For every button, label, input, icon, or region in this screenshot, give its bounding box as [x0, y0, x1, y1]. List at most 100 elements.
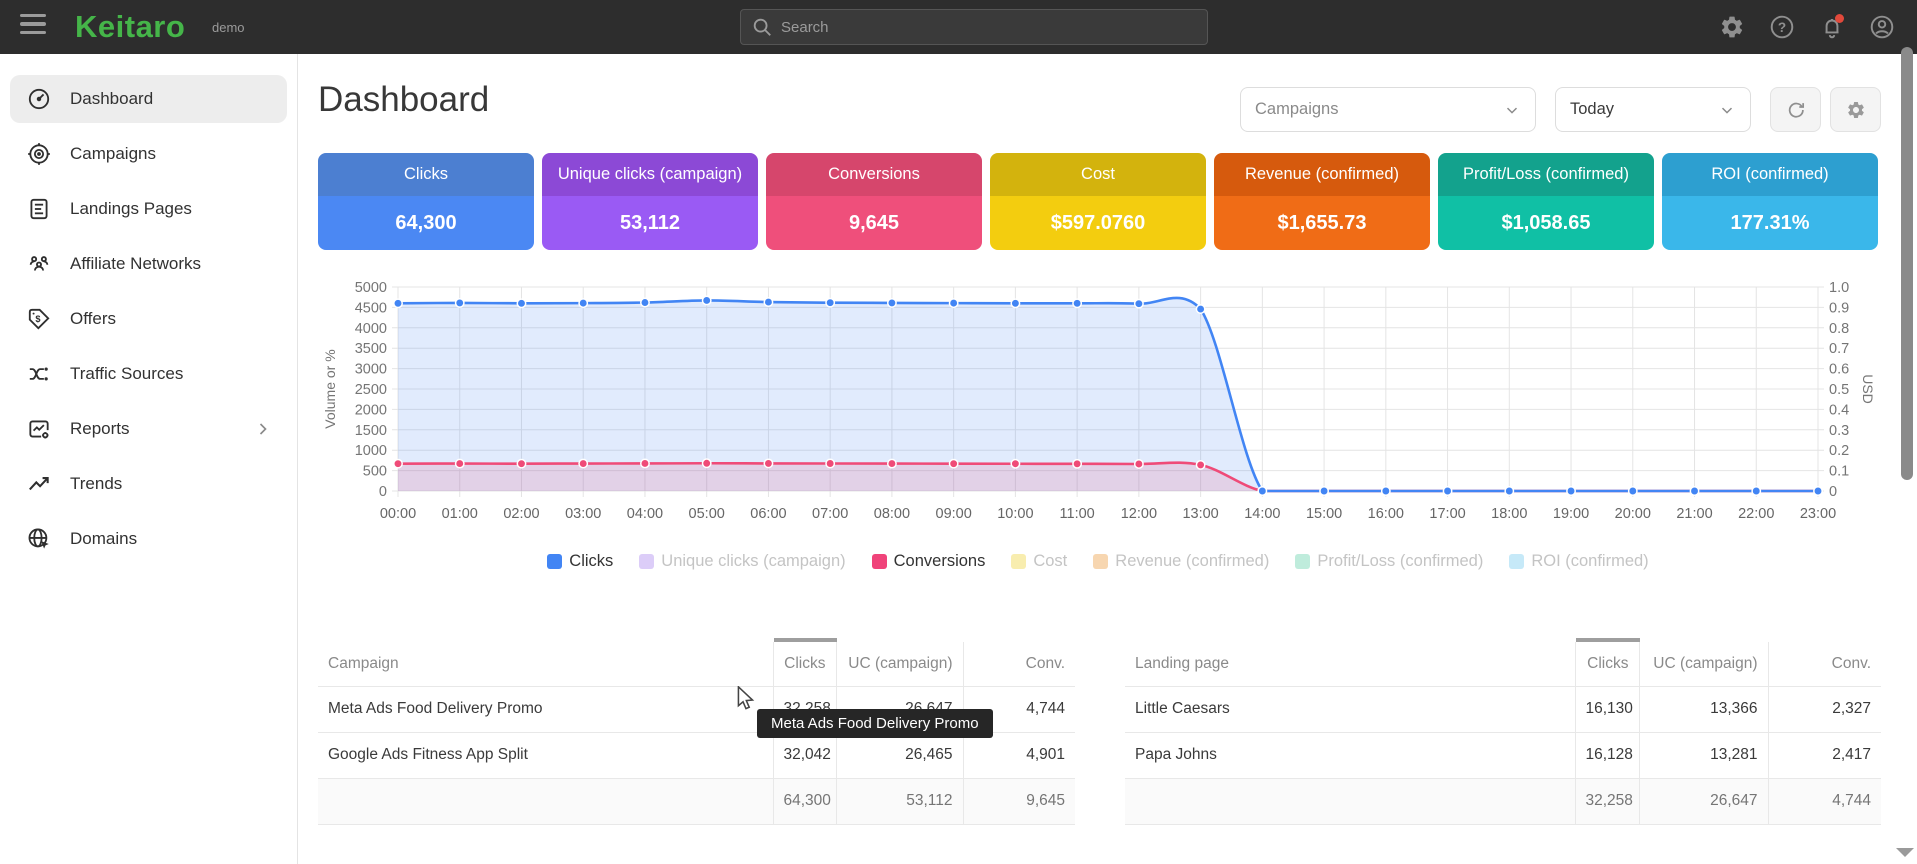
svg-text:1500: 1500	[355, 423, 387, 439]
metric-card-value: $597.0760	[990, 196, 1206, 250]
account-icon[interactable]	[1869, 14, 1895, 40]
column-header[interactable]: Clicks	[1575, 640, 1639, 686]
sidebar-item-trends[interactable]: Trends	[10, 460, 287, 508]
column-header[interactable]: UC (campaign)	[836, 640, 963, 686]
svg-text:03:00: 03:00	[565, 506, 601, 522]
dashboard-settings-button[interactable]	[1830, 87, 1881, 132]
metric-card-conversions[interactable]: Conversions 9,645	[766, 153, 982, 250]
row-name-cell[interactable]: Little Caesars	[1125, 686, 1575, 732]
svg-text:0.5: 0.5	[1829, 382, 1849, 398]
metric-card-label: Cost	[990, 153, 1206, 196]
row-value-cell: 13,281	[1639, 732, 1768, 778]
legend-item[interactable]: Conversions	[872, 552, 986, 571]
sidebar-item-reports[interactable]: Reports	[10, 405, 287, 453]
metric-card-clicks[interactable]: Clicks 64,300	[318, 153, 534, 250]
sidebar-item-dashboard[interactable]: Dashboard	[10, 75, 287, 123]
svg-text:Volume or %: Volume or %	[322, 349, 338, 428]
sidebar-item-label: Offers	[70, 309, 273, 329]
svg-text:06:00: 06:00	[750, 506, 786, 522]
campaign-filter-select[interactable]: Campaigns	[1240, 87, 1536, 132]
svg-text:22:00: 22:00	[1738, 506, 1774, 522]
svg-text:15:00: 15:00	[1306, 506, 1342, 522]
metric-card-profit-loss[interactable]: Profit/Loss (confirmed) $1,058.65	[1438, 153, 1654, 250]
legend-swatch	[1011, 554, 1026, 569]
legend-item[interactable]: Profit/Loss (confirmed)	[1295, 552, 1483, 571]
row-name-cell[interactable]: Google Ads Fitness App Split	[318, 732, 773, 778]
hamburger-menu-icon[interactable]	[20, 14, 48, 40]
total-cell: 53,112	[836, 778, 963, 824]
dashboard-chart[interactable]: 0500100015002000250030003500400045005000…	[318, 278, 1878, 533]
sidebar-item-affiliate-networks[interactable]: Affiliate Networks	[10, 240, 287, 288]
metric-card-roi[interactable]: ROI (confirmed) 177.31%	[1662, 153, 1878, 250]
column-header[interactable]: Campaign	[318, 640, 773, 686]
traffic-sources-icon	[26, 361, 52, 387]
search-icon	[751, 16, 773, 38]
scroll-down-arrow[interactable]	[1896, 848, 1914, 857]
chevron-right-icon	[253, 419, 273, 439]
help-icon[interactable]: ?	[1769, 14, 1795, 40]
row-value-cell: 16,128	[1575, 732, 1639, 778]
table-row[interactable]: Google Ads Fitness App Split32,04226,465…	[318, 732, 1075, 778]
legend-item[interactable]: Cost	[1011, 552, 1067, 571]
total-cell: 32,258	[1575, 778, 1639, 824]
refresh-button[interactable]	[1770, 87, 1821, 132]
sidebar-item-label: Trends	[70, 474, 273, 494]
sidebar: Dashboard Campaigns Landings Pages Affil…	[0, 54, 298, 864]
column-header[interactable]: Conv.	[1768, 640, 1881, 686]
row-name-cell[interactable]: Meta Ads Food Delivery Promo	[318, 686, 773, 732]
totals-row: 64,30053,1129,645	[318, 778, 1075, 824]
legend-item[interactable]: Revenue (confirmed)	[1093, 552, 1269, 571]
svg-text:3000: 3000	[355, 362, 387, 378]
svg-text:10:00: 10:00	[997, 506, 1033, 522]
search-input[interactable]	[781, 19, 1197, 36]
metric-card-label: Unique clicks (campaign)	[542, 153, 758, 196]
settings-icon[interactable]	[1719, 14, 1745, 40]
totals-row: 32,25826,6474,744	[1125, 778, 1881, 824]
page-scrollbar[interactable]	[1901, 47, 1913, 480]
date-range-select[interactable]: Today	[1555, 87, 1751, 132]
svg-text:19:00: 19:00	[1553, 506, 1589, 522]
metric-card-value: $1,655.73	[1214, 196, 1430, 250]
svg-text:?: ?	[1778, 20, 1786, 35]
keitaro-logo[interactable]: Keitaro	[75, 9, 185, 45]
sidebar-item-label: Landings Pages	[70, 199, 273, 219]
table-row[interactable]: Papa Johns16,12813,2812,417	[1125, 732, 1881, 778]
svg-text:05:00: 05:00	[689, 506, 725, 522]
svg-text:17:00: 17:00	[1429, 506, 1465, 522]
metric-card-value: $1,058.65	[1438, 196, 1654, 250]
sidebar-item-domains[interactable]: Domains	[10, 515, 287, 563]
svg-text:0: 0	[1829, 484, 1837, 500]
metric-card-cost[interactable]: Cost $597.0760	[990, 153, 1206, 250]
notifications-icon[interactable]	[1819, 14, 1845, 40]
metric-card-unique-clicks[interactable]: Unique clicks (campaign) 53,112	[542, 153, 758, 250]
legend-item[interactable]: Unique clicks (campaign)	[639, 552, 845, 571]
legend-label: Profit/Loss (confirmed)	[1317, 552, 1483, 571]
legend-swatch	[1295, 554, 1310, 569]
svg-text:0.4: 0.4	[1829, 402, 1849, 418]
column-header[interactable]: Conv.	[963, 640, 1075, 686]
sidebar-item-landings-pages[interactable]: Landings Pages	[10, 185, 287, 233]
column-header[interactable]: UC (campaign)	[1639, 640, 1768, 686]
svg-text:12:00: 12:00	[1121, 506, 1157, 522]
mouse-cursor	[736, 686, 758, 715]
chevron-down-icon	[1718, 101, 1736, 119]
row-value-cell: 2,327	[1768, 686, 1881, 732]
gear-icon	[1846, 100, 1866, 120]
legend-swatch	[547, 554, 562, 569]
svg-text:01:00: 01:00	[442, 506, 478, 522]
offers-icon: $	[26, 306, 52, 332]
svg-text:500: 500	[363, 464, 387, 480]
table-row[interactable]: Little Caesars16,13013,3662,327	[1125, 686, 1881, 732]
global-search[interactable]	[740, 9, 1208, 45]
metric-card-revenue[interactable]: Revenue (confirmed) $1,655.73	[1214, 153, 1430, 250]
sidebar-item-traffic-sources[interactable]: Traffic Sources	[10, 350, 287, 398]
column-header[interactable]: Landing page	[1125, 640, 1575, 686]
legend-item[interactable]: Clicks	[547, 552, 613, 571]
sidebar-item-offers[interactable]: $ Offers	[10, 295, 287, 343]
row-name-cell[interactable]: Papa Johns	[1125, 732, 1575, 778]
campaigns-icon	[26, 141, 52, 167]
column-header[interactable]: Clicks	[773, 640, 836, 686]
legend-item[interactable]: ROI (confirmed)	[1509, 552, 1648, 571]
svg-text:00:00: 00:00	[380, 506, 416, 522]
sidebar-item-campaigns[interactable]: Campaigns	[10, 130, 287, 178]
